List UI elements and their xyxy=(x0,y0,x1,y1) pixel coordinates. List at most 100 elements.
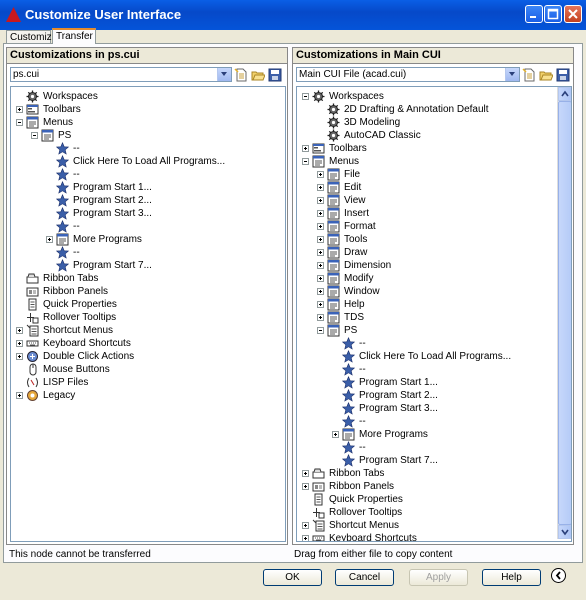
rollover-icon xyxy=(27,313,39,324)
expand-plus-icon[interactable] xyxy=(317,197,324,204)
rollover-icon xyxy=(313,508,325,519)
left-tree-node-label: Program Start 7... xyxy=(73,260,152,271)
expand-plus-icon[interactable] xyxy=(317,184,324,191)
apply-button: Apply xyxy=(409,569,468,586)
expand-plus-icon[interactable] xyxy=(302,522,309,529)
left-tree-node-label: Quick Properties xyxy=(43,299,117,310)
collapse-minus-icon[interactable] xyxy=(317,327,324,334)
save-disk-icon[interactable] xyxy=(268,68,282,82)
expand-plus-icon[interactable] xyxy=(317,262,324,269)
close-button[interactable] xyxy=(564,5,582,23)
expand-plus-icon[interactable] xyxy=(16,327,23,334)
expand-plus-icon[interactable] xyxy=(317,301,324,308)
ribbon-tab-icon xyxy=(312,468,325,479)
menu-icon xyxy=(327,233,340,246)
right-tree-node-label: Workspaces xyxy=(329,91,384,102)
star-icon xyxy=(342,350,355,363)
legacy-icon xyxy=(27,390,38,401)
expand-plus-icon[interactable] xyxy=(317,236,324,243)
left-tree-node-label: Ribbon Tabs xyxy=(43,273,99,284)
left-tree-node-label: Menus xyxy=(43,117,74,128)
expand-plus-icon[interactable] xyxy=(317,210,324,217)
new-file-icon[interactable] xyxy=(522,68,536,82)
gear-icon xyxy=(327,116,340,129)
menu-icon xyxy=(327,272,340,285)
minimize-button[interactable] xyxy=(525,5,543,23)
expand-plus-icon[interactable] xyxy=(302,483,309,490)
menu-icon xyxy=(327,181,340,194)
menu-icon xyxy=(327,207,340,220)
collapse-minus-icon[interactable] xyxy=(16,119,23,126)
collapse-panel-button[interactable] xyxy=(551,568,566,583)
toolbar-icon xyxy=(26,104,39,115)
right-tree-node-label: Dimension xyxy=(344,260,392,271)
scroll-up-button[interactable] xyxy=(558,87,571,101)
expand-plus-icon[interactable] xyxy=(317,288,324,295)
expand-plus-icon[interactable] xyxy=(317,275,324,282)
expand-plus-icon[interactable] xyxy=(46,236,53,243)
ok-button[interactable]: OK xyxy=(263,569,322,586)
right-tree: Workspaces 2D Drafting & Annotation Defau… xyxy=(296,86,572,542)
expand-plus-icon[interactable] xyxy=(16,392,23,399)
expand-plus-icon[interactable] xyxy=(317,249,324,256)
right-tree-node-label: Program Start 7... xyxy=(359,455,438,466)
star-icon xyxy=(56,259,69,272)
expand-plus-icon[interactable] xyxy=(302,535,309,541)
expand-plus-icon[interactable] xyxy=(302,145,309,152)
left-tree: Workspaces Toolbars Menus PS -- Click Here To… xyxy=(10,86,286,542)
keyboard-icon xyxy=(26,340,39,347)
ribbon-panel-icon xyxy=(312,482,325,492)
expand-plus-icon[interactable] xyxy=(16,106,23,113)
new-file-icon[interactable] xyxy=(234,68,248,82)
star-icon xyxy=(56,194,69,207)
right-tree-node-label: -- xyxy=(359,338,366,349)
maximize-button[interactable] xyxy=(544,5,562,23)
left-tree-node-label: Program Start 3... xyxy=(73,208,152,219)
chevron-down-icon[interactable] xyxy=(217,68,231,81)
scroll-down-button[interactable] xyxy=(558,525,571,539)
right-tree-node-label: Tools xyxy=(344,234,368,245)
left-tree-node-label: Legacy xyxy=(43,390,76,401)
scroll-up-arrow-icon xyxy=(561,90,569,97)
save-disk-icon[interactable] xyxy=(556,68,570,82)
expand-plus-icon[interactable] xyxy=(317,314,324,321)
left-tree-node-label: Keyboard Shortcuts xyxy=(43,338,131,349)
open-folder-icon[interactable] xyxy=(539,68,553,82)
scroll-thumb[interactable] xyxy=(558,101,571,525)
right-panel: Customizations in Main CUI Main CUI File… xyxy=(292,47,574,545)
cancel-button[interactable]: Cancel xyxy=(335,569,394,586)
chevron-down-icon[interactable] xyxy=(505,68,519,81)
star-icon xyxy=(56,220,69,233)
left-tree-node-label: Shortcut Menus xyxy=(43,325,114,336)
expand-plus-icon[interactable] xyxy=(302,470,309,477)
open-folder-icon[interactable] xyxy=(251,68,265,82)
collapse-minus-icon[interactable] xyxy=(31,132,38,139)
right-tree-scrollbar[interactable] xyxy=(557,87,571,539)
expand-plus-icon[interactable] xyxy=(332,431,339,438)
help-button[interactable]: Help xyxy=(482,569,541,586)
expand-plus-icon[interactable] xyxy=(317,171,324,178)
shortcut-menu-icon xyxy=(312,519,325,532)
star-icon xyxy=(56,246,69,259)
menu-icon xyxy=(327,324,340,337)
left-tree-node-label: Mouse Buttons xyxy=(43,364,110,375)
star-icon xyxy=(56,155,69,168)
expand-plus-icon[interactable] xyxy=(16,353,23,360)
menu-icon xyxy=(327,311,340,324)
right-tree-node-label: Menus xyxy=(329,156,360,167)
right-tree-node-label: Help xyxy=(344,299,365,310)
left-file-combo[interactable]: ps.cui xyxy=(10,67,232,82)
star-icon xyxy=(342,415,355,428)
maximize-icon xyxy=(547,8,559,20)
right-tree-node-label: Quick Properties xyxy=(329,494,403,505)
right-file-combo[interactable]: Main CUI File (acad.cui) xyxy=(296,67,520,82)
tab-customize[interactable]: Customize xyxy=(6,30,57,44)
expand-plus-icon[interactable] xyxy=(16,340,23,347)
collapse-minus-icon[interactable] xyxy=(302,158,309,165)
tab-transfer[interactable]: Transfer xyxy=(52,28,96,44)
expand-plus-icon[interactable] xyxy=(317,223,324,230)
collapse-minus-icon[interactable] xyxy=(302,93,309,100)
left-tree-node-label: Toolbars xyxy=(43,104,81,115)
ribbon-tab-icon xyxy=(26,273,39,284)
mouse-icon xyxy=(29,363,37,376)
